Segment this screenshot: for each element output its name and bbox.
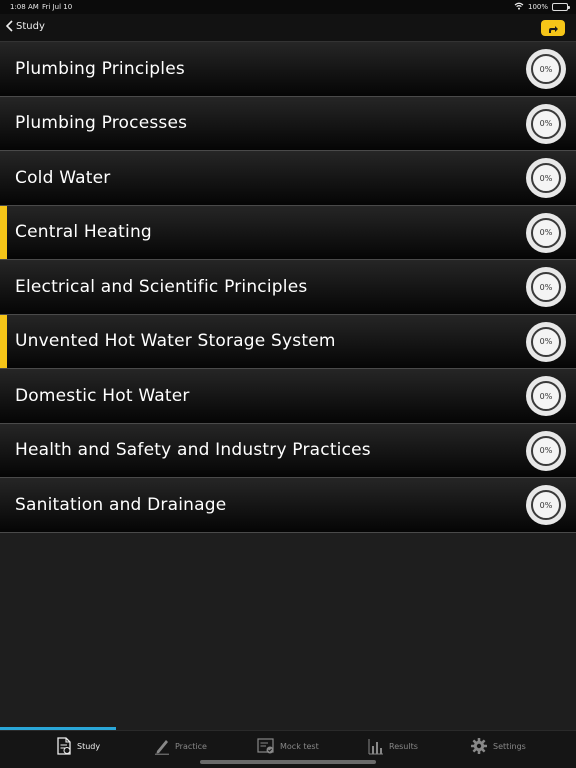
progress-ring: 0% bbox=[526, 212, 566, 253]
back-button[interactable]: Study bbox=[6, 20, 45, 32]
progress-ring: 0% bbox=[526, 321, 566, 362]
progress-percent: 0% bbox=[531, 54, 561, 84]
document-icon bbox=[56, 737, 72, 755]
battery-icon bbox=[552, 3, 570, 11]
topic-row[interactable]: Cold Water 0% bbox=[0, 151, 576, 206]
progress-percent: 0% bbox=[531, 326, 561, 357]
status-time: 1:08 AM bbox=[10, 3, 39, 11]
status-date: Fri Jul 10 bbox=[42, 3, 73, 11]
pencil-icon bbox=[154, 737, 170, 755]
topic-row[interactable]: Plumbing Principles 0% bbox=[0, 42, 576, 97]
topic-label: Domestic Hot Water bbox=[15, 385, 190, 406]
topic-row[interactable]: Sanitation and Drainage 0% bbox=[0, 478, 576, 533]
wifi-icon bbox=[514, 2, 524, 12]
topic-row[interactable]: Plumbing Processes 0% bbox=[0, 96, 576, 151]
topic-list: Plumbing Principles 0% Plumbing Processes 0… bbox=[0, 42, 576, 533]
topic-highlight-marker bbox=[0, 205, 7, 259]
share-arrow-icon bbox=[547, 19, 559, 38]
progress-percent: 0% bbox=[531, 435, 561, 466]
topic-label: Electrical and Scientific Principles bbox=[15, 276, 308, 297]
progress-percent: 0% bbox=[531, 163, 561, 193]
progress-ring: 0% bbox=[526, 376, 566, 416]
navigation-bar: Study bbox=[0, 14, 576, 42]
topic-label: Health and Safety and Industry Practices bbox=[15, 440, 371, 461]
progress-percent: 0% bbox=[531, 381, 561, 411]
progress-ring: 0% bbox=[526, 49, 566, 89]
progress-ring: 0% bbox=[526, 485, 566, 525]
tab-study-label: Study bbox=[77, 741, 101, 751]
topic-label: Cold Water bbox=[15, 167, 111, 188]
tab-mock-test-label: Mock test bbox=[280, 741, 319, 751]
progress-percent: 0% bbox=[531, 108, 561, 139]
gear-icon bbox=[470, 737, 488, 755]
topic-label: Sanitation and Drainage bbox=[15, 494, 227, 515]
tab-mock-test[interactable]: Mock test bbox=[257, 737, 319, 755]
home-indicator bbox=[200, 760, 376, 764]
tab-practice[interactable]: Practice bbox=[154, 737, 207, 755]
tab-settings[interactable]: Settings bbox=[470, 737, 526, 755]
tab-results[interactable]: Results bbox=[368, 737, 418, 755]
share-button[interactable] bbox=[541, 20, 565, 36]
test-sheet-icon bbox=[257, 737, 275, 755]
progress-ring: 0% bbox=[526, 267, 566, 307]
topic-row[interactable]: Electrical and Scientific Principles 0% bbox=[0, 260, 576, 315]
tab-practice-label: Practice bbox=[175, 741, 207, 751]
bar-chart-icon bbox=[368, 737, 384, 755]
topic-label: Unvented Hot Water Storage System bbox=[15, 331, 336, 352]
topic-row[interactable]: Central Heating 0% bbox=[0, 205, 576, 260]
progress-ring: 0% bbox=[526, 430, 566, 471]
progress-percent: 0% bbox=[531, 217, 561, 248]
tab-settings-label: Settings bbox=[493, 741, 526, 751]
battery-percent: 100% bbox=[527, 3, 548, 11]
status-right: 100% bbox=[514, 2, 570, 12]
topic-row[interactable]: Domestic Hot Water 0% bbox=[0, 369, 576, 424]
progress-percent: 0% bbox=[531, 272, 561, 302]
topic-row[interactable]: Health and Safety and Industry Practices… bbox=[0, 423, 576, 478]
topic-highlight-marker bbox=[0, 314, 7, 368]
topic-row[interactable]: Unvented Hot Water Storage System 0% bbox=[0, 314, 576, 369]
back-label: Study bbox=[16, 20, 45, 32]
status-bar: 1:08 AM Fri Jul 10 100% bbox=[0, 0, 576, 14]
tab-study[interactable]: Study bbox=[56, 737, 100, 755]
topic-label: Plumbing Principles bbox=[15, 58, 185, 79]
tab-results-label: Results bbox=[389, 741, 418, 751]
progress-percent: 0% bbox=[531, 490, 561, 520]
progress-ring: 0% bbox=[526, 158, 566, 198]
progress-ring: 0% bbox=[526, 103, 566, 144]
topic-label: Plumbing Processes bbox=[15, 113, 188, 134]
chevron-left-icon bbox=[6, 20, 13, 32]
topic-label: Central Heating bbox=[15, 222, 152, 243]
